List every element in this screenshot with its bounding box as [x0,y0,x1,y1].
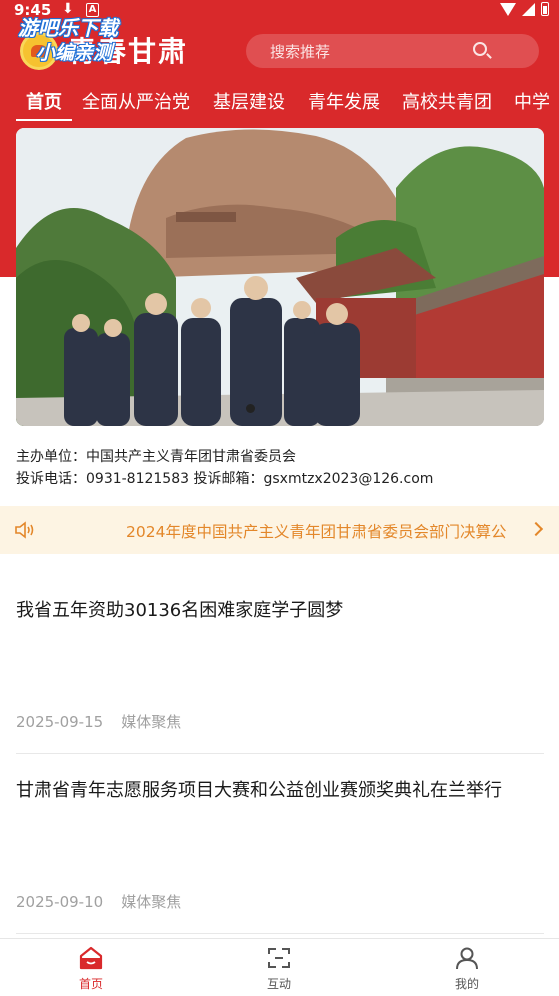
sponsor-info: 主办单位：中国共产主义青年团甘肃省委员会 投诉电话：0931-8121583 投… [16,446,433,490]
search-placeholder: 搜索推荐 [270,43,331,61]
email-value[interactable]: gsxmtzx2023@126.com [263,471,433,487]
tab-party-discipline[interactable]: 全面从严治党 [82,88,190,114]
announcement-bar[interactable]: 2024年度中国共产主义青年团甘肃省委员会部门决算公 [0,506,559,554]
phone-label: 投诉电话： [16,471,86,487]
news-source: 媒体聚焦 [121,713,182,731]
chevron-right-icon[interactable] [528,521,544,537]
watermark-line2: 小编亲测 [36,42,113,64]
watermark-logo: 游吧乐下载 小编亲测 [10,8,148,68]
watermark-line1: 游吧乐下载 [18,16,118,40]
sponsor-value: 中国共产主义青年团甘肃省委员会 [86,449,296,465]
search-input[interactable]: 搜索推荐 [246,34,539,68]
active-tab-indicator [16,119,72,121]
tab-grassroots[interactable]: 基层建设 [213,88,285,114]
sponsor-line: 主办单位：中国共产主义青年团甘肃省委员会 [16,446,433,468]
banner-image [16,128,544,426]
news-date: 2025-09-10 [16,893,104,911]
announcement-text[interactable]: 2024年度中国共产主义青年团甘肃省委员会部门决算公 [126,520,506,542]
tab-home[interactable]: 首页 [26,88,62,114]
wifi-icon [500,2,516,16]
category-tabs: 首页 全面从严治党 基层建设 青年发展 高校共青团 中学 [0,86,559,122]
speaker-icon [15,521,34,539]
signal-icon [522,2,535,16]
news-source: 媒体聚焦 [121,893,182,911]
news-item[interactable]: 我省五年资助30136名困难家庭学子圆梦 2025-09-15 媒体聚焦 [16,574,544,754]
news-meta: 2025-09-10 媒体聚焦 [16,891,181,912]
news-date: 2025-09-15 [16,713,104,731]
phone-value[interactable]: 0931-8121583 [86,471,189,487]
email-label: 投诉邮箱： [193,471,264,487]
sponsor-label: 主办单位： [16,449,86,465]
news-title[interactable]: 甘肃省青年志愿服务项目大赛和公益创业赛颁奖典礼在兰举行 [16,776,502,802]
nav-interact[interactable]: 互动 [239,945,319,992]
nav-mine[interactable]: 我的 [427,945,507,992]
news-meta: 2025-09-15 媒体聚焦 [16,711,181,732]
nav-home[interactable]: 首页 [51,945,131,992]
interact-icon [268,948,290,968]
tab-youth-development[interactable]: 青年发展 [308,88,380,114]
banner-carousel[interactable] [16,128,544,426]
contact-line: 投诉电话：0931-8121583 投诉邮箱：gsxmtzx2023@126.c… [16,468,433,490]
nav-home-label: 首页 [78,977,103,991]
status-icons [500,2,549,16]
news-item[interactable]: 甘肃省青年志愿服务项目大赛和公益创业赛颁奖典礼在兰举行 2025-09-10 媒体… [16,754,544,934]
search-icon[interactable] [473,42,487,56]
news-title[interactable]: 我省五年资助30136名困难家庭学子圆梦 [16,596,343,622]
tab-college-league[interactable]: 高校共青团 [402,88,492,114]
nav-interact-label: 互动 [266,977,291,991]
bottom-navigation: 首页 互动 我的 [0,938,559,996]
tab-middle-school[interactable]: 中学 [514,88,550,114]
home-icon [79,946,103,970]
app-screen: 9:45 ⬇ A 青春甘肃 游吧乐下载 小编亲测 搜索推荐 首页 全面从严治党 … [0,0,559,996]
user-icon [456,947,478,970]
nav-mine-label: 我的 [454,977,479,991]
battery-icon [541,2,549,16]
carousel-indicator-dot[interactable] [246,404,255,413]
